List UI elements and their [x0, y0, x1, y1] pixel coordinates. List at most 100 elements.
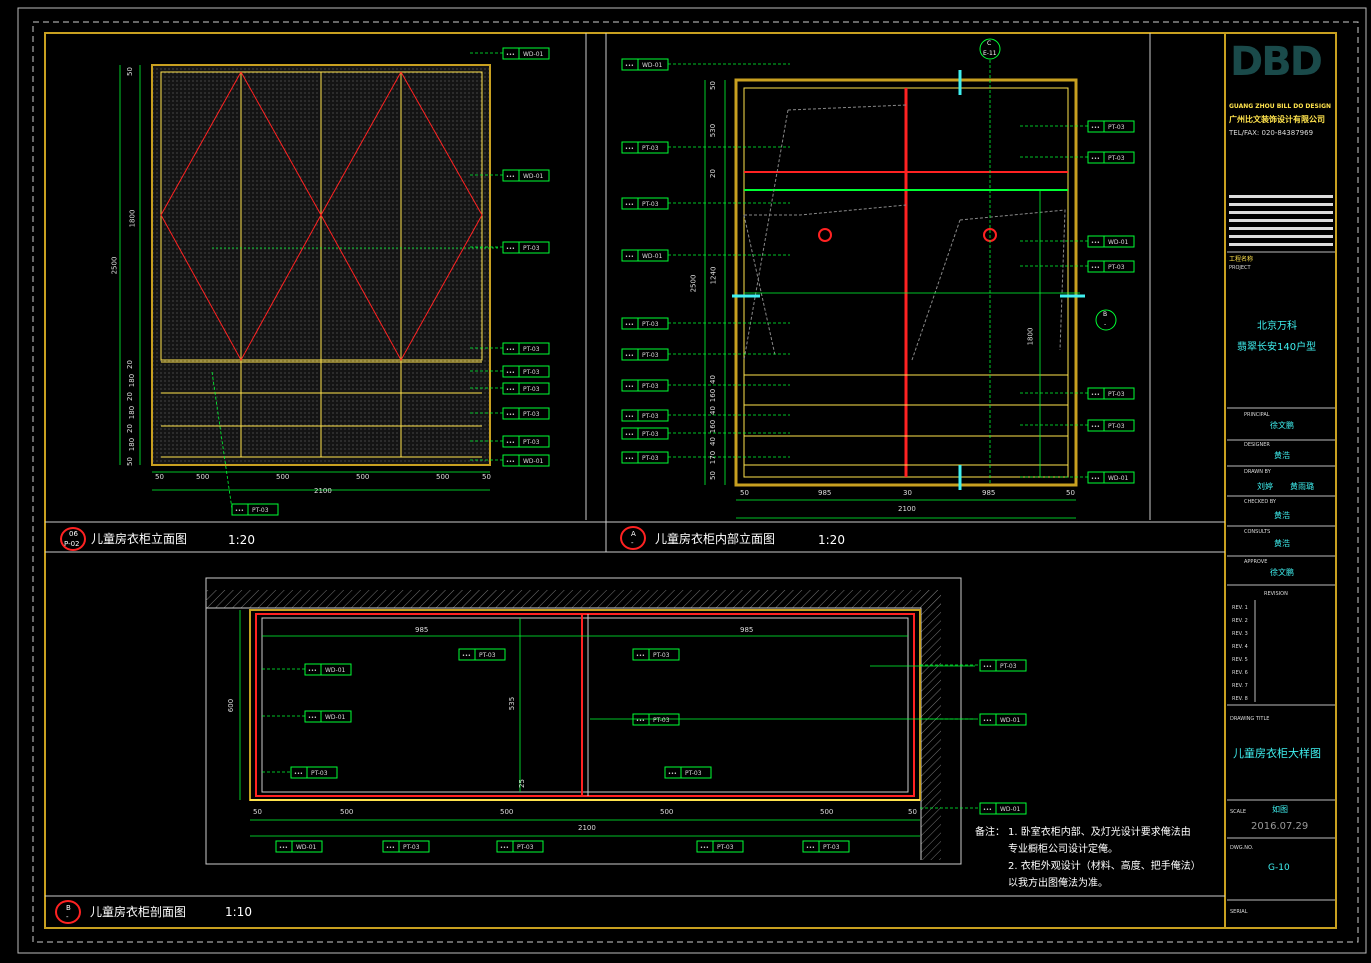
sec-tag-right-2-code: WD-01 — [1000, 806, 1021, 813]
int-tag-right-6-code: WD-01 — [1108, 475, 1129, 482]
int-dim-l7: 160 — [709, 419, 718, 434]
elev-dim-total: 2100 — [314, 487, 332, 495]
notes-line-3: 2. 衣柜外观设计（材料、高度、把手俺法） — [1008, 861, 1201, 872]
notes-line-2: 专业橱柜公司设计定俺。 — [1008, 844, 1118, 855]
svg-text:•••: ••• — [625, 456, 634, 462]
int-dim-height: 2500 — [689, 274, 698, 293]
elev-dim-b0: 50 — [155, 473, 164, 481]
sec-dim-small: 25 — [517, 779, 526, 788]
elev-dim-l0: 50 — [125, 67, 134, 76]
svg-text:•••: ••• — [308, 668, 317, 674]
int-dim-l8: 40 — [708, 437, 717, 446]
sec-tag-left-1-code: WD-01 — [325, 714, 346, 721]
int-tag-left-6: ••• PT-03 — [621, 379, 790, 392]
sec-tag-right-0-code: PT-03 — [1000, 663, 1017, 670]
svg-text:•••: ••• — [506, 440, 515, 446]
approve-value: 徐文鹏 — [1270, 568, 1294, 577]
sec-dim-b3: 500 — [660, 808, 674, 816]
int-dim-l4: 40 — [708, 375, 717, 384]
drawn-label: DRAWN BY — [1244, 469, 1271, 475]
int-dim-b0: 50 — [740, 489, 749, 497]
sec-dim-b1: 500 — [340, 808, 354, 816]
svg-text:•••: ••• — [636, 653, 645, 659]
elev-dim-l4: 20 — [125, 392, 134, 401]
elev-dim-b1: 500 — [196, 473, 210, 481]
svg-text:•••: ••• — [506, 52, 515, 58]
elevation-badge-top: 06 — [69, 530, 78, 538]
rev-3: REV. 3 — [1232, 631, 1248, 637]
elev-dim-b2: 500 — [276, 473, 290, 481]
interior-scale: 1:20 — [818, 533, 845, 547]
svg-text:•••: ••• — [625, 414, 634, 420]
title-block-bars — [1229, 195, 1333, 246]
sec-tag-bottom-2: ••• PT-03 — [496, 840, 544, 853]
svg-text:•••: ••• — [983, 718, 992, 724]
checked-label: CHECKED BY — [1244, 499, 1276, 505]
section-badge-bottom: - — [66, 913, 69, 921]
svg-text:•••: ••• — [308, 715, 317, 721]
elev-tag-2-code: PT-03 — [523, 245, 540, 252]
rev-1: REV. 1 — [1232, 605, 1248, 611]
svg-text:•••: ••• — [1091, 265, 1100, 271]
scale-label: SCALE — [1230, 809, 1247, 815]
sec-dim-depth: 600 — [227, 698, 236, 713]
elev-dim-l2: 20 — [125, 360, 134, 369]
int-tag-left-2-code: PT-03 — [642, 201, 659, 208]
sec-tag-left-0-code: WD-01 — [325, 667, 346, 674]
int-dim-b1: 985 — [818, 489, 832, 497]
rev-2: REV. 2 — [1232, 618, 1248, 624]
sec-tag-bottom-4: ••• PT-03 — [802, 840, 850, 853]
int-tag-left-7: ••• PT-03 — [621, 409, 790, 422]
svg-text:•••: ••• — [625, 63, 634, 69]
int-tag-right-2-code: WD-01 — [1108, 239, 1129, 246]
consult-label: CONSULTS — [1244, 529, 1271, 535]
sec-tag-bottom-3-code: PT-03 — [717, 844, 734, 851]
elev-tag-bottom-code: PT-03 — [252, 507, 269, 514]
sec-tag-inner-1-code: PT-03 — [653, 652, 670, 659]
rev-8: REV. 8 — [1232, 696, 1248, 702]
svg-text:•••: ••• — [506, 412, 515, 418]
int-dim-l10: 50 — [708, 471, 717, 480]
svg-text:•••: ••• — [506, 347, 515, 353]
sec-tag-left-2-code: PT-03 — [311, 770, 328, 777]
elevation-badge: 06 P-02 — [60, 527, 86, 551]
elev-dim-l1: 1800 — [128, 209, 137, 228]
marker-c-bottom: E-11 — [983, 50, 997, 57]
elev-tag-0: ••• WD-01 — [470, 47, 550, 60]
marker-b-bottom: - — [1104, 321, 1107, 328]
sec-dim-b4: 500 — [820, 808, 834, 816]
int-tag-left-7-code: PT-03 — [642, 413, 659, 420]
section-badge: B - — [55, 900, 81, 924]
svg-text:•••: ••• — [506, 370, 515, 376]
elev-dim-l6: 20 — [125, 424, 134, 433]
sec-dim-t1: 985 — [740, 626, 754, 634]
int-dim-l6: 40 — [708, 406, 717, 415]
svg-text:•••: ••• — [700, 845, 709, 851]
int-dim-right: 1800 — [1026, 327, 1035, 346]
interior-title: 儿童房衣柜内部立面图 — [655, 532, 776, 546]
rev-4: REV. 4 — [1232, 644, 1248, 650]
section-view — [206, 590, 975, 860]
dwg-no-label: DWG.NO. — [1230, 845, 1254, 851]
sec-tag-inner-3: ••• PT-03 — [664, 766, 712, 779]
sec-dim-t0: 985 — [415, 626, 429, 634]
int-tag-left-9-code: PT-03 — [642, 455, 659, 462]
svg-text:•••: ••• — [1091, 125, 1100, 131]
company-name-en: GUANG ZHOU BILL DO DESIGN — [1229, 103, 1332, 110]
elev-tag-4-code: PT-03 — [523, 369, 540, 376]
sec-dim-b0: 50 — [253, 808, 262, 816]
svg-text:•••: ••• — [625, 432, 634, 438]
int-tag-left-1-code: PT-03 — [642, 145, 659, 152]
int-tag-left-3: ••• WD-01 — [621, 249, 790, 262]
section-title: 儿童房衣柜剖面图 — [90, 905, 187, 919]
cad-drawing-canvas: ••• WD-01 ••• WD-01 ••• PT-03 ••• PT-03 ••• PT-03… — [17, 7, 1367, 954]
svg-text:•••: ••• — [983, 664, 992, 670]
interior-view — [704, 38, 1117, 519]
revision-label: REVISION — [1264, 591, 1288, 597]
svg-text:•••: ••• — [806, 845, 815, 851]
svg-text:•••: ••• — [500, 845, 509, 851]
int-tag-right-3-code: PT-03 — [1108, 264, 1125, 271]
sec-tag-bottom-1: ••• PT-03 — [382, 840, 430, 853]
int-tag-left-6-code: PT-03 — [642, 383, 659, 390]
svg-text:•••: ••• — [386, 845, 395, 851]
